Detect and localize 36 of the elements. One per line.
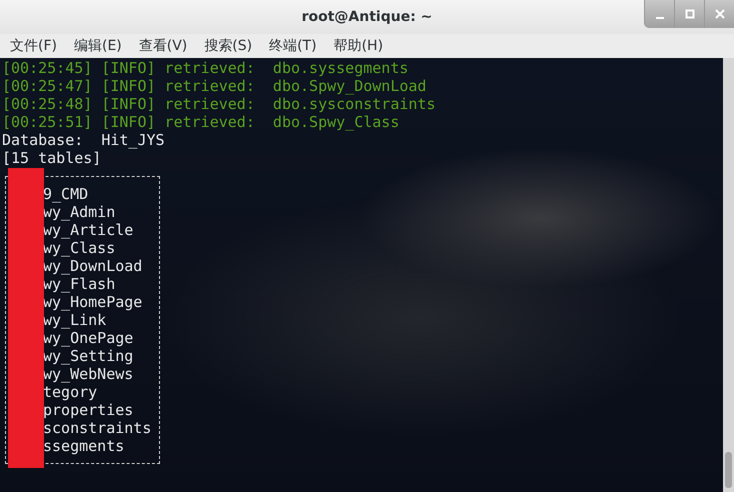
table-name: wy_Link bbox=[42, 311, 108, 329]
scrollbar-thumb[interactable] bbox=[725, 452, 732, 488]
table-name: wy_HomePage bbox=[42, 293, 144, 311]
menu-item[interactable]: 查看(V) bbox=[138, 37, 188, 55]
log-line: [00:25:47] [INFO] retrieved: dbo.Spwy_DownLoad bbox=[1, 77, 428, 95]
table-name: 9_CMD bbox=[42, 185, 90, 203]
table-name: wy_WebNews bbox=[42, 365, 134, 383]
menu-item[interactable]: 搜索(S) bbox=[204, 37, 252, 55]
log-line: [00:25:45] [INFO] retrieved: dbo.syssegments bbox=[1, 59, 410, 77]
table-name: wy_DownLoad bbox=[42, 257, 144, 275]
menu-item[interactable]: 编辑(E) bbox=[74, 37, 122, 55]
table-name: wy_Class bbox=[42, 239, 116, 257]
table-name: wy_Setting bbox=[42, 347, 134, 365]
table-name: properties bbox=[42, 401, 134, 419]
maximize-button[interactable] bbox=[674, 0, 704, 28]
log-line: [00:25:48] [INFO] retrieved: dbo.sysconstraints bbox=[1, 95, 436, 113]
table-name: ssegments bbox=[42, 437, 126, 455]
table-name: tegory bbox=[42, 383, 98, 401]
menu-item[interactable]: 文件(F) bbox=[10, 37, 57, 55]
table-name: wy_Admin bbox=[42, 203, 116, 221]
menu-item[interactable]: 终端(T) bbox=[269, 37, 317, 55]
close-button[interactable] bbox=[704, 0, 734, 28]
table-name: wy_OnePage bbox=[42, 329, 134, 347]
menu-item[interactable]: 帮助(H) bbox=[334, 37, 384, 55]
scrollbar[interactable] bbox=[723, 58, 734, 492]
window-title: root@Antique: ~ bbox=[302, 9, 432, 25]
database-line: Database: Hit_JYS bbox=[1, 131, 166, 149]
maximize-icon bbox=[684, 9, 694, 19]
table-count: [15 tables] bbox=[1, 149, 102, 167]
table-name: wy_Flash bbox=[42, 275, 116, 293]
close-icon bbox=[714, 9, 724, 19]
minimize-button[interactable] bbox=[644, 0, 674, 28]
minimize-icon bbox=[656, 17, 664, 19]
log-line: [00:25:51] [INFO] retrieved: dbo.Spwy_Class bbox=[1, 113, 400, 131]
table-name: sconstraints bbox=[42, 419, 152, 437]
table-name: wy_Article bbox=[42, 221, 134, 239]
